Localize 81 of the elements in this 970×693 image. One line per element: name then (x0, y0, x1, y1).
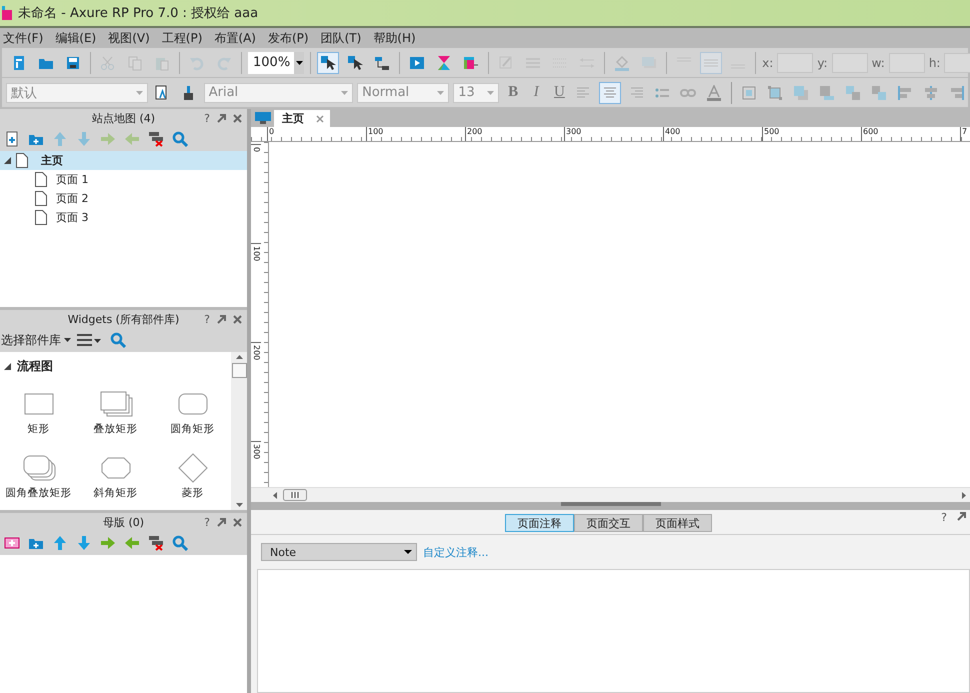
ruler-label: 100 (251, 243, 261, 342)
ruler-label: 200 (465, 127, 564, 141)
coordinate-label: w: (872, 56, 885, 70)
pop-out-icon[interactable] (217, 518, 226, 526)
widget-label: 菱形 (182, 486, 204, 500)
coordinate-label: y: (817, 56, 828, 70)
scrollbar[interactable] (251, 487, 970, 502)
expand-triangle-icon[interactable] (4, 157, 11, 164)
scroll-down-icon[interactable] (236, 503, 242, 507)
ruler-label: 200 (251, 342, 261, 441)
scroll-left-icon[interactable] (273, 492, 277, 498)
widget-label: 斜角矩形 (94, 486, 138, 500)
scroll-right-icon[interactable] (962, 492, 966, 498)
menu-item[interactable]: 布置(A) (214, 30, 256, 46)
close-icon[interactable] (233, 114, 242, 122)
ruler-label: 600 (861, 127, 960, 141)
widget-label: 矩形 (28, 422, 50, 436)
menu-item[interactable]: 团队(T) (320, 30, 362, 46)
caret-icon[interactable] (404, 550, 412, 554)
page-icon (35, 210, 47, 225)
page-icon (35, 172, 47, 187)
coordinate-label: x: (762, 56, 774, 70)
menu-item[interactable]: 帮助(H) (373, 30, 416, 46)
widget-label: 叠放矩形 (94, 422, 138, 436)
coordinate-label: h: (928, 56, 940, 70)
pop-out-icon[interactable] (957, 512, 966, 521)
help-button[interactable]: ? (204, 112, 210, 124)
tree-item[interactable]: 页面 3 (0, 208, 247, 227)
window-title: 未命名 - Axure RP Pro 7.0 : 授权给 aaa (18, 5, 258, 22)
ruler-label: 0 (251, 144, 261, 243)
close-icon[interactable] (233, 314, 242, 324)
pop-out-icon[interactable] (217, 114, 226, 122)
menu-item[interactable]: 发布(P) (268, 30, 309, 46)
close-icon[interactable] (316, 114, 324, 122)
panel-title: Widgets (所有部件库) (68, 312, 180, 326)
panel-tab[interactable]: 页面交互 (574, 514, 643, 532)
scroll-thumb-icon[interactable] (283, 489, 307, 501)
help-button[interactable]: ? (941, 512, 947, 523)
close-icon[interactable] (233, 518, 242, 526)
ruler-label: 7 (960, 127, 970, 141)
coordinate-field[interactable] (944, 52, 970, 72)
widget-label: 圆角叠放矩形 (6, 486, 72, 500)
widget-label: 圆角矩形 (170, 422, 214, 436)
zoom-dropdown[interactable]: 100% (248, 52, 304, 74)
monitor-icon[interactable] (255, 112, 271, 124)
scroll-thumb[interactable] (232, 363, 246, 378)
align-text-center-icon[interactable] (599, 82, 622, 104)
caret-icon[interactable] (296, 60, 303, 64)
tree-item[interactable]: 页面 2 (0, 189, 247, 208)
page-icon (35, 191, 47, 206)
custom-notes-link[interactable]: 自定义注释... (423, 544, 488, 560)
help-button[interactable]: ? (204, 516, 210, 528)
scroll-up-icon[interactable] (236, 355, 242, 359)
panel-title: 站点地图 (4) (92, 110, 156, 126)
menu-item[interactable]: 工程(P) (162, 30, 202, 46)
library-dropdown[interactable]: 选择部件库 (1, 332, 71, 348)
caret-icon[interactable] (64, 338, 71, 342)
ruler-label: 500 (762, 127, 861, 141)
menu-icon[interactable] (77, 333, 101, 347)
menu-item[interactable]: 视图(V) (108, 30, 150, 46)
document-tab[interactable]: 主页 (274, 110, 330, 127)
app-icon (2, 6, 12, 20)
ruler-label: 0 (267, 127, 366, 141)
tree-item[interactable]: 页面 1 (0, 170, 247, 189)
note-dropdown[interactable]: Note (261, 543, 417, 561)
panel-tab[interactable]: 页面注释 (505, 514, 574, 532)
scrollbar[interactable] (231, 352, 247, 510)
ruler-label: 400 (663, 127, 762, 141)
panel-tab[interactable]: 页面样式 (643, 514, 712, 532)
page-icon (16, 153, 28, 168)
menu-item[interactable]: 文件(F) (3, 30, 44, 46)
expand-triangle-icon[interactable] (4, 363, 11, 370)
pointer-icon[interactable] (317, 52, 340, 74)
panel-title: 母版 (0) (102, 514, 144, 530)
tree-item[interactable]: 主页 (0, 151, 247, 170)
menu-item[interactable]: 编辑(E) (55, 30, 96, 46)
ruler-label: 100 (366, 127, 465, 141)
ruler-label: 300 (564, 127, 663, 141)
help-button[interactable]: ? (204, 314, 210, 324)
section-header[interactable]: 流程图 (0, 352, 231, 381)
pop-out-icon[interactable] (217, 314, 226, 324)
